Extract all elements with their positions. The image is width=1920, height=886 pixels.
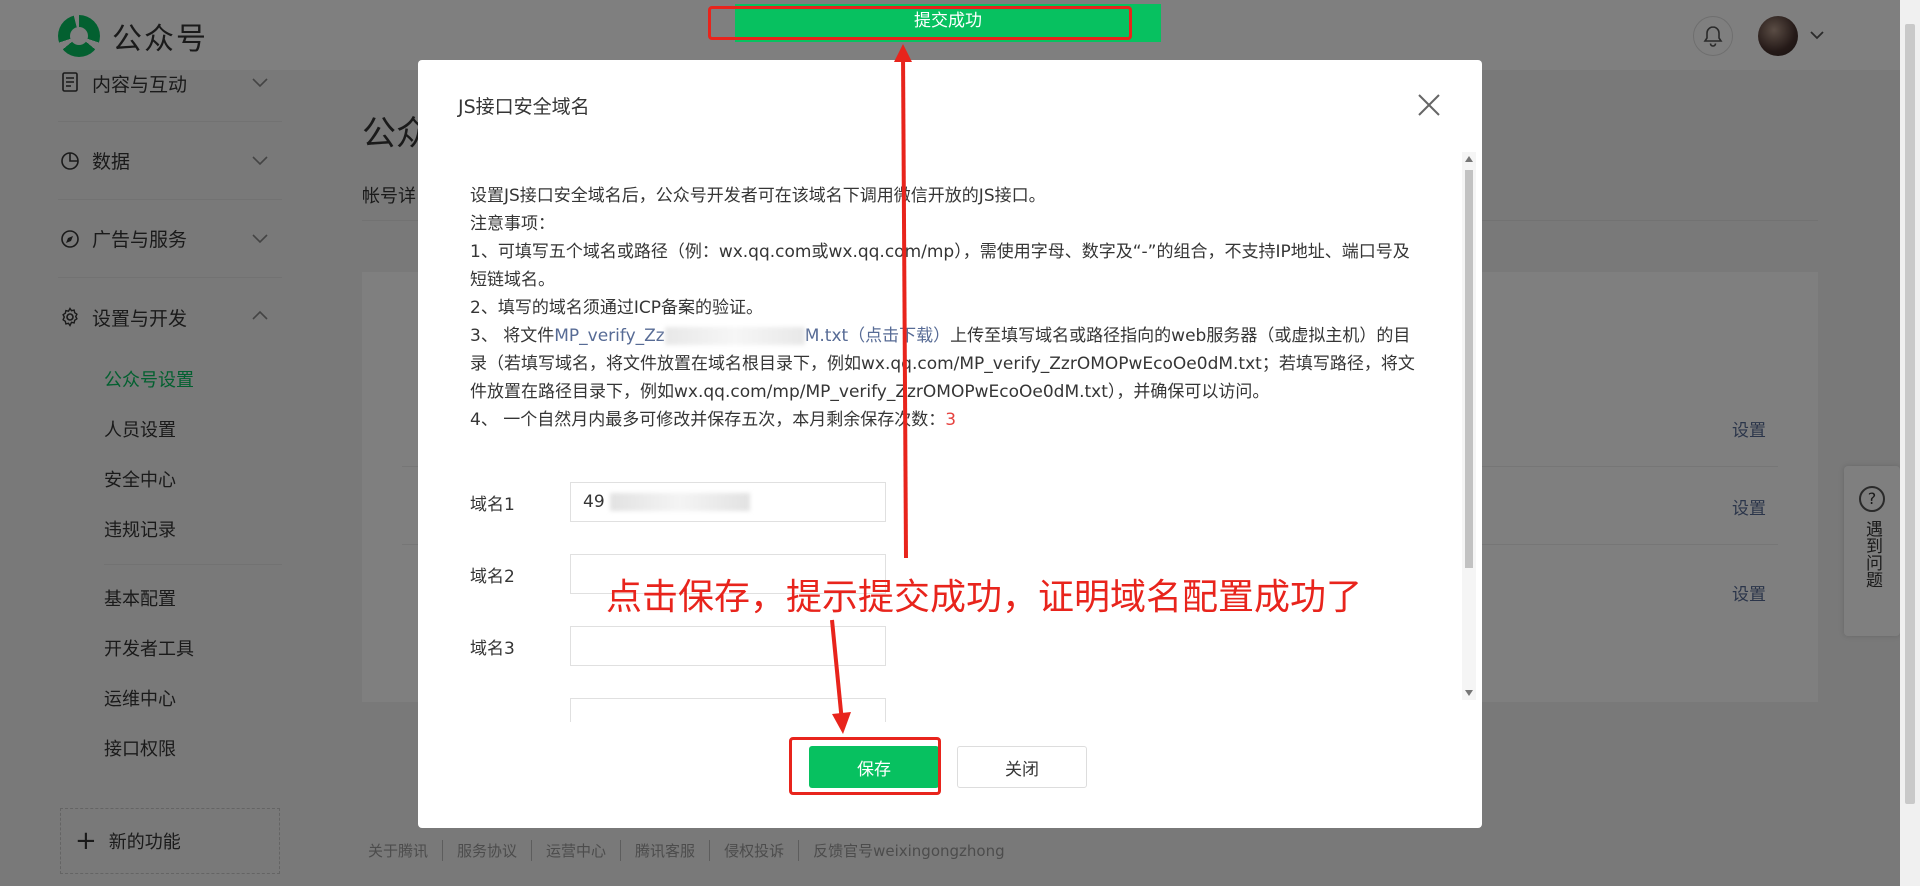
redacted-block (664, 327, 805, 345)
note-3-prefix: 3、 将文件 (470, 326, 555, 346)
dialog-title: JS接口安全域名 (458, 96, 590, 118)
annotation-text: 点击保存，提示提交成功，证明域名配置成功了 (606, 577, 1363, 618)
note-1: 1、可填写五个域名或路径（例：wx.qq.com或wx.qq.com/mp），需… (470, 242, 1410, 290)
annotation-box-toast (708, 6, 1132, 40)
scrollbar-thumb[interactable] (1905, 24, 1915, 804)
annotation-box-save (789, 737, 941, 795)
notes-title: 注意事项： (470, 214, 555, 234)
redacted-block (610, 493, 750, 511)
note-4: 4、 一个自然月内最多可修改并保存五次，本月剩余保存次数：3 (470, 406, 1420, 434)
domain-4-input[interactable] (570, 698, 886, 722)
note-2: 2、填写的域名须通过ICP备案的验证。 (470, 298, 763, 318)
domain-input-wrap (570, 482, 886, 522)
domain-label: 域名2 (470, 566, 515, 587)
intro-text: 设置JS接口安全域名后，公众号开发者可在该域名下调用微信开放的JS接口。 (470, 186, 1046, 206)
domain-label: 域名1 (470, 494, 515, 515)
scroll-up-icon[interactable] (1465, 156, 1473, 162)
remaining-count: 3 (945, 410, 957, 430)
scrollbar-thumb[interactable] (1465, 170, 1473, 568)
domain-3-input[interactable] (570, 626, 886, 666)
js-domain-dialog: JS接口安全域名 设置JS接口安全域名后，公众号开发者可在该域名下调用微信开放的… (418, 60, 1482, 828)
dialog-body: 设置JS接口安全域名后，公众号开发者可在该域名下调用微信开放的JS接口。 注意事… (470, 182, 1420, 722)
verify-file-link[interactable]: MP_verify_Zz M.txt（点击下载） (554, 326, 950, 346)
notes: 设置JS接口安全域名后，公众号开发者可在该域名下调用微信开放的JS接口。 注意事… (470, 182, 1420, 434)
note-4-text: 4、 一个自然月内最多可修改并保存五次，本月剩余保存次数： (470, 410, 946, 430)
close-button[interactable]: 关闭 (957, 746, 1087, 788)
dialog-scrollbar[interactable] (1462, 152, 1476, 700)
domain-row: 域名3 (470, 626, 1420, 666)
domain-label: 域名3 (470, 638, 515, 659)
scroll-down-icon[interactable] (1465, 690, 1473, 696)
domain-row (470, 698, 1420, 722)
page-scrollbar[interactable] (1900, 0, 1920, 886)
domain-row: 域名1 (470, 482, 1420, 522)
note-3: 3、 将文件MP_verify_Zz M.txt（点击下载）上传至填写域名或路径指… (470, 322, 1420, 406)
verify-file-name-start: MP_verify_Zz (554, 326, 665, 346)
verify-file-name-end: M.txt（点击下载） (804, 326, 951, 346)
close-icon[interactable] (1414, 90, 1444, 120)
